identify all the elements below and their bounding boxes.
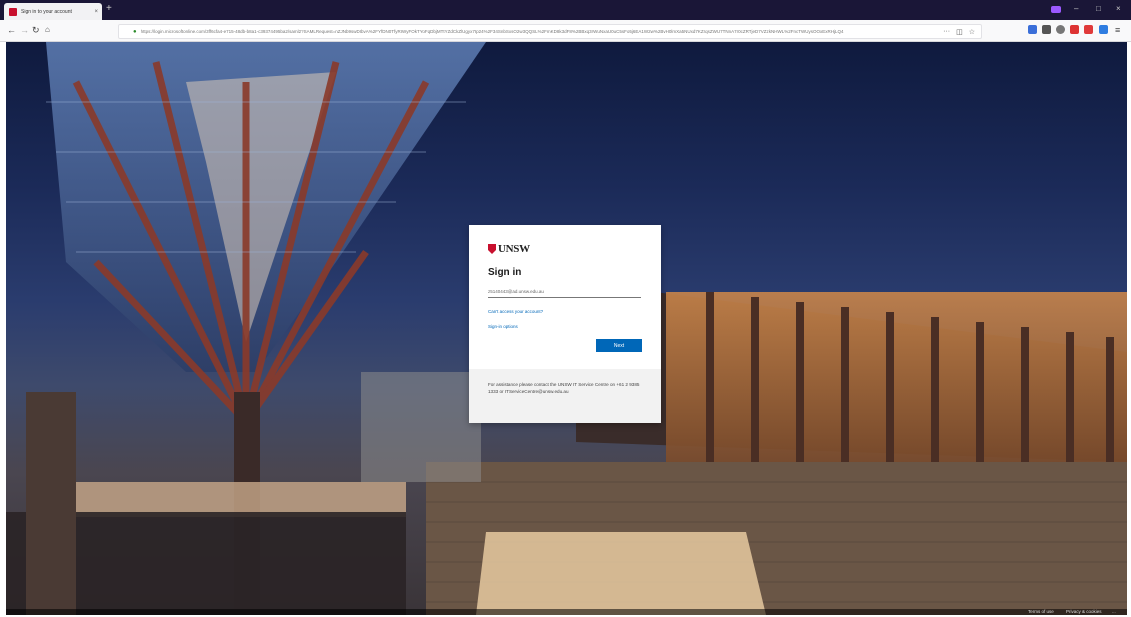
privacy-cookies-link[interactable]: Privacy & cookies — [1066, 609, 1102, 615]
next-button[interactable]: Next — [596, 339, 642, 352]
page-actions-icon[interactable]: ··· — [943, 28, 950, 35]
sync-icon[interactable] — [1056, 25, 1065, 34]
ublock-icon[interactable] — [1070, 25, 1079, 34]
minimize-icon[interactable]: – — [1074, 4, 1078, 14]
library-icon[interactable] — [1028, 25, 1037, 34]
tab-title: Sign in to your account — [21, 8, 72, 15]
sign-in-options-link[interactable]: Sign-in options — [488, 324, 518, 329]
unsw-crest-icon — [488, 244, 496, 254]
bookmark-star-icon[interactable]: ☆ — [969, 28, 975, 36]
browser-tab[interactable]: Sign in to your account × — [4, 3, 102, 20]
new-tab-icon[interactable]: + — [106, 4, 112, 14]
address-bar[interactable]: ● https://login.microsoftonline.com/3ff6… — [118, 24, 982, 39]
microsoft-favicon-icon — [9, 7, 17, 16]
email-field[interactable] — [488, 286, 641, 298]
terms-of-use-link[interactable]: Terms of use — [1028, 609, 1054, 615]
close-window-icon[interactable]: × — [1116, 4, 1121, 14]
maximize-icon[interactable]: □ — [1096, 4, 1101, 14]
extension-badge-icon[interactable] — [1084, 25, 1093, 34]
lock-icon: ● — [133, 28, 137, 35]
forward-icon[interactable]: → — [20, 24, 29, 36]
help-panel: For assistance please contact the UNSW I… — [469, 369, 661, 423]
sidebar-icon[interactable] — [1042, 25, 1051, 34]
page-title: Sign in — [488, 267, 522, 278]
sign-in-card: UNSW Sign in Can't access your account? … — [469, 225, 661, 423]
menu-icon[interactable]: ≡ — [1115, 24, 1120, 36]
browser-toolbar: ← → ↻ ⌂ ● https://login.microsoftonline.… — [0, 20, 1131, 42]
unsw-logo: UNSW — [488, 243, 530, 255]
cant-access-account-link[interactable]: Can't access your account? — [488, 309, 543, 314]
home-icon[interactable]: ⌂ — [45, 24, 50, 36]
page-footer: Terms of use Privacy & cookies ... — [6, 609, 1127, 615]
pocket-icon[interactable]: ◫ — [956, 28, 963, 36]
extension-icon[interactable] — [1099, 25, 1108, 34]
help-text: For assistance please contact the UNSW I… — [488, 382, 640, 394]
logo-text: UNSW — [498, 243, 530, 255]
reload-icon[interactable]: ↻ — [32, 24, 40, 36]
private-mask-icon — [1051, 6, 1061, 13]
url-text: https://login.microsoftonline.com/3ff6cf… — [140, 29, 844, 34]
browser-titlebar: Sign in to your account × + – □ × — [0, 0, 1131, 20]
more-options-link[interactable]: ... — [1112, 609, 1116, 615]
tab-close-icon[interactable]: × — [94, 9, 98, 15]
back-icon[interactable]: ← — [7, 24, 16, 36]
